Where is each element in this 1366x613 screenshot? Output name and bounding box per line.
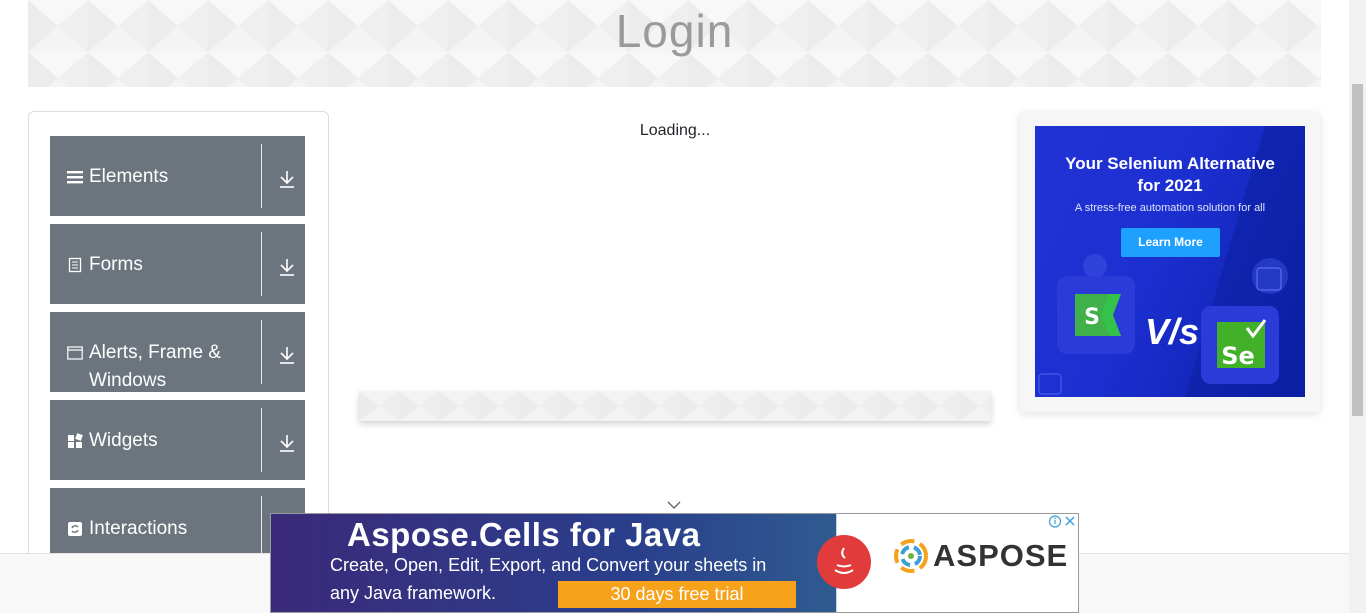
header-banner: Login (28, 0, 1321, 87)
download-icon[interactable] (278, 345, 296, 365)
aspose-brand: ASPOSE (933, 538, 1069, 573)
page-title: Login (615, 5, 734, 57)
divider (261, 320, 262, 384)
vs-text: V/s (1145, 311, 1200, 352)
sidebar-group-elements[interactable]: Elements (50, 136, 305, 216)
bottom-ad-title: Aspose.Cells for Java (347, 516, 701, 553)
widgets-icon (68, 433, 83, 448)
bottom-ad[interactable]: Aspose.Cells for Java Create, Open, Edit… (270, 513, 1079, 613)
ad-title-line: Your Selenium Alternative (1065, 154, 1275, 173)
ad-controls (1048, 514, 1078, 529)
chevron-down-icon[interactable] (666, 499, 682, 511)
java-logo-icon (817, 535, 871, 589)
svg-text:S: S (1084, 305, 1100, 330)
loading-text: Loading... (639, 122, 711, 139)
sidebar-group-label: Alerts, Frame & Windows (89, 342, 221, 391)
right-ad[interactable]: S Se Your Selenium Alternative for 2021 … (1035, 126, 1305, 397)
menu-icon (67, 171, 83, 184)
sidebar-group-forms[interactable]: Forms (50, 224, 305, 304)
sidebar-group-widgets[interactable]: Widgets (50, 400, 305, 480)
scrollbar-thumb[interactable] (1352, 84, 1363, 416)
sidebar-group-alerts[interactable]: Alerts, Frame & Windows (50, 312, 305, 392)
strip-pattern (359, 391, 991, 421)
svg-text:Se: Se (1221, 342, 1255, 370)
sidebar-group-label: Interactions (89, 518, 188, 539)
divider (261, 144, 262, 208)
page: Login Elements Forms Alerts, Frame & Win… (0, 0, 1366, 613)
sidebar-group-label: Forms (89, 254, 143, 275)
ad-placeholder-strip (359, 391, 991, 421)
download-icon[interactable] (278, 433, 296, 453)
document-icon (68, 257, 82, 273)
download-icon[interactable] (278, 257, 296, 277)
sidebar: Elements Forms Alerts, Frame & Windows W… (28, 111, 329, 581)
ad-title-line: for 2021 (1137, 176, 1203, 195)
ad-title: Your Selenium Alternative for 2021 (1035, 153, 1305, 197)
refresh-icon (68, 522, 82, 536)
ad-subtitle: A stress-free automation solution for al… (1074, 202, 1266, 214)
scrollbar[interactable] (1349, 0, 1366, 613)
sidebar-group-label: Widgets (89, 430, 158, 451)
free-trial-button[interactable]: 30 days free trial (558, 581, 796, 608)
bottom-ad-line: Create, Open, Edit, Export, and Convert … (330, 555, 767, 575)
aspose-logo-icon (894, 539, 928, 573)
learn-more-button[interactable]: Learn More (1121, 228, 1220, 257)
window-icon (67, 346, 83, 360)
divider (261, 496, 262, 560)
sidebar-group-label: Elements (89, 166, 169, 187)
ad-info-close-icons (1048, 515, 1075, 528)
bottom-ad-line: any Java framework. (330, 583, 497, 603)
divider (261, 408, 262, 472)
divider (261, 232, 262, 296)
right-ad-container: S Se Your Selenium Alternative for 2021 … (1020, 112, 1320, 412)
download-icon[interactable] (278, 169, 296, 189)
